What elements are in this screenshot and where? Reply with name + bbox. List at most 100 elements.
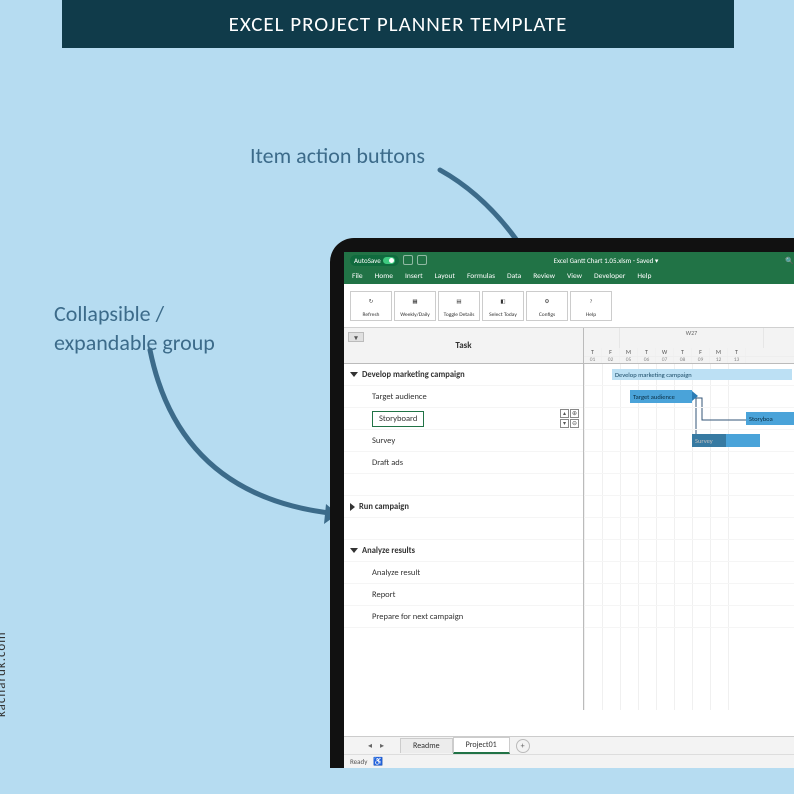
menu-layout[interactable]: Layout (435, 272, 455, 281)
column-filter-caret[interactable]: ▾ (348, 332, 364, 342)
date-header: 02 (602, 357, 620, 363)
day-header: T (728, 348, 746, 356)
qat-button-2[interactable] (417, 255, 427, 265)
sheet-tab-bar: ◂ ▸ Readme Project01 + (344, 736, 794, 754)
date-header: 01 (584, 357, 602, 363)
gantt-bar[interactable]: Target audience (630, 390, 692, 403)
refresh-icon: ↻ (361, 294, 381, 310)
menu-file[interactable]: File (352, 272, 363, 281)
menu-insert[interactable]: Insert (405, 272, 423, 281)
gantt-bar[interactable]: Survey (692, 434, 760, 447)
task-row-child[interactable]: Report (344, 584, 583, 606)
excel-window: AutoSave Excel Gantt Chart 1.05.xlsm - S… (344, 252, 794, 768)
bar-arrow-icon (692, 391, 698, 401)
gantt-row: Storyboa (584, 408, 794, 430)
gantt-row (584, 584, 794, 606)
chevron-down-icon[interactable] (350, 372, 358, 377)
sheet-tab-add[interactable]: + (516, 739, 530, 753)
sheet-nav-prev[interactable]: ◂ (364, 741, 376, 751)
menu-review[interactable]: Review (533, 272, 555, 281)
task-row-parent[interactable]: Analyze results (344, 540, 583, 562)
gantt-row (584, 606, 794, 628)
task-label: Develop marketing campaign (362, 370, 465, 380)
move-up-button[interactable]: ▴ (560, 409, 569, 418)
day-header: F (602, 348, 620, 356)
gantt-bar[interactable]: Storyboa (746, 412, 794, 425)
task-row-spacer (344, 518, 583, 540)
task-list: Develop marketing campaign Target audienc… (344, 364, 584, 710)
task-label: Analyze results (362, 546, 415, 556)
addin-configs[interactable]: ⚙ Configs (526, 291, 568, 321)
laptop-mockup: AutoSave Excel Gantt Chart 1.05.xlsm - S… (330, 238, 794, 768)
gantt-bar[interactable]: Develop marketing campaign (612, 369, 792, 380)
chevron-right-icon[interactable] (350, 503, 355, 511)
task-row-child[interactable]: Survey (344, 430, 583, 452)
grid-icon: ▤ (449, 294, 469, 310)
remove-button[interactable]: ⊖ (570, 419, 579, 428)
gantt-row (584, 562, 794, 584)
addin-refresh[interactable]: ↻ Refresh (350, 291, 392, 321)
task-row-child[interactable]: Storyboard ▴⊕▾⊖ (344, 408, 583, 430)
today-icon: ◧ (493, 294, 513, 310)
task-column-header: ▾ Task (344, 328, 584, 363)
menu-view[interactable]: View (567, 272, 582, 281)
gantt-row (584, 452, 794, 474)
chevron-down-icon[interactable] (350, 548, 358, 553)
sheet-tab-project01[interactable]: Project01 (453, 737, 510, 754)
day-header: F (692, 348, 710, 356)
menu-data[interactable]: Data (507, 272, 521, 281)
gantt-row: Target audience (584, 386, 794, 408)
date-header: 12 (710, 357, 728, 363)
menu-formulas[interactable]: Formulas (467, 272, 495, 281)
date-header: 07 (656, 357, 674, 363)
task-row-child[interactable]: Prepare for next campaign (344, 606, 583, 628)
annotation-collapsible: Collapsible / expandable group (54, 300, 215, 357)
gantt-chart: Develop marketing campaign Target audienc… (584, 364, 794, 710)
menu-developer[interactable]: Developer (594, 272, 625, 281)
page-title: EXCEL PROJECT PLANNER TEMPLATE (229, 11, 568, 37)
addin-select-today[interactable]: ◧ Select Today (482, 291, 524, 321)
sheet-tab-readme[interactable]: Readme (400, 738, 453, 753)
task-row-child[interactable]: Analyze result (344, 562, 583, 584)
progress-fill (692, 434, 726, 447)
task-row-child[interactable]: Target audience (344, 386, 583, 408)
task-header-label: Task (455, 340, 471, 351)
gantt-row (584, 496, 794, 518)
addin-configs-label: Configs (539, 312, 555, 318)
date-header: 09 (692, 357, 710, 363)
addin-weekly-daily[interactable]: ▦ Weekly/Daily (394, 291, 436, 321)
addin-toggle-details[interactable]: ▤ Toggle Details (438, 291, 480, 321)
menu-help[interactable]: Help (637, 272, 651, 281)
addin-toolbar: ↻ Refresh ▦ Weekly/Daily ▤ Toggle Detail… (344, 284, 794, 328)
addin-refresh-label: Refresh (363, 312, 380, 318)
task-label: Prepare for next campaign (372, 612, 463, 622)
add-button[interactable]: ⊕ (570, 409, 579, 418)
addin-today-label: Select Today (489, 312, 517, 318)
gantt-row (584, 540, 794, 562)
watermark: kacharuk.com (0, 631, 9, 717)
item-action-buttons: ▴⊕▾⊖ (560, 409, 579, 428)
qat-button-1[interactable] (403, 255, 413, 265)
task-label: Survey (372, 436, 395, 446)
status-text: Ready (350, 757, 367, 766)
window-filename: Excel Gantt Chart 1.05.xlsm - Saved ▾ (431, 256, 782, 265)
menu-home[interactable]: Home (375, 272, 393, 281)
gear-icon: ⚙ (537, 294, 557, 310)
task-row-child[interactable]: Draft ads (344, 452, 583, 474)
autosave-toggle[interactable]: AutoSave (350, 255, 399, 266)
addin-help[interactable]: ? Help (570, 291, 612, 321)
task-row-parent[interactable]: Develop marketing campaign (344, 364, 583, 386)
day-header: W (656, 348, 674, 356)
status-bar: Ready ♿ (344, 754, 794, 768)
excel-titlebar: AutoSave Excel Gantt Chart 1.05.xlsm - S… (344, 252, 794, 268)
calendar-icon: ▦ (405, 294, 425, 310)
task-row-parent[interactable]: Run campaign (344, 496, 583, 518)
grid-area: Develop marketing campaign Target audienc… (344, 364, 794, 710)
gantt-row: Survey (584, 430, 794, 452)
date-header: 13 (728, 357, 746, 363)
sheet-nav-next[interactable]: ▸ (376, 741, 388, 751)
task-label: Storyboard (372, 411, 424, 427)
move-down-button[interactable]: ▾ (560, 419, 569, 428)
search-icon[interactable]: 🔍 (785, 256, 794, 265)
accessibility-icon: ♿ (373, 757, 383, 767)
